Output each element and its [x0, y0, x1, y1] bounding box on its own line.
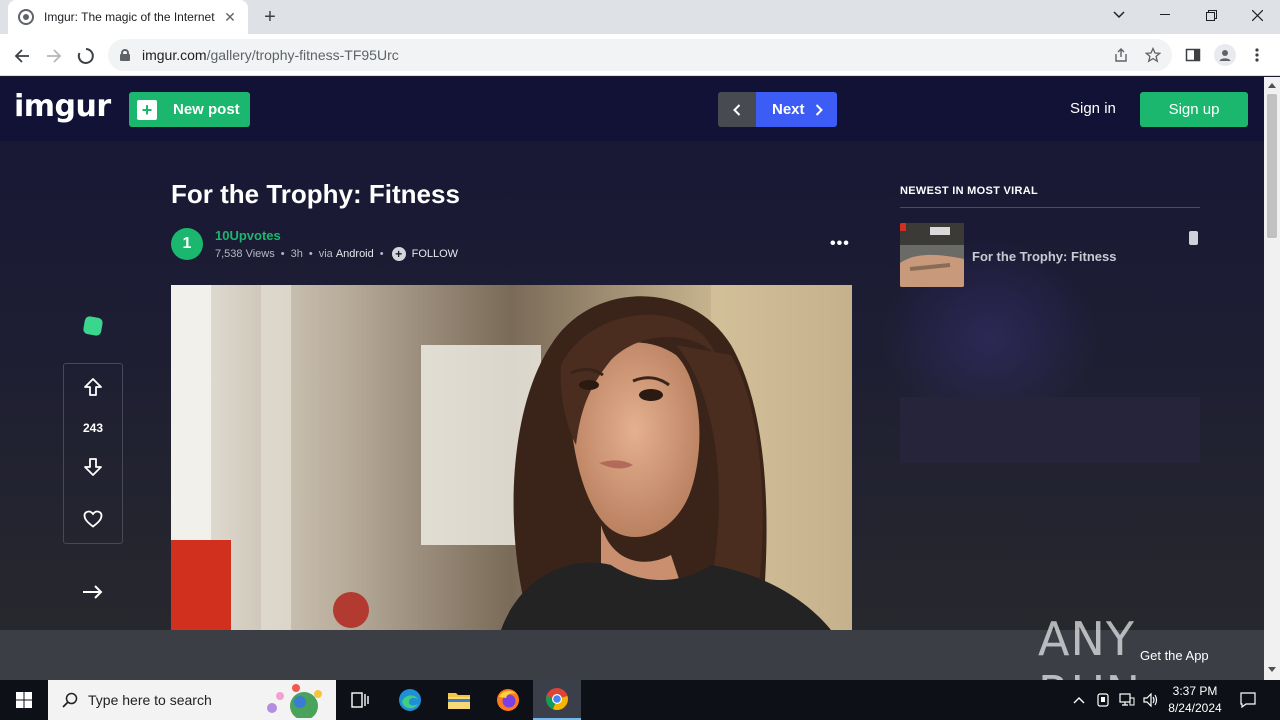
- previous-post-button[interactable]: [718, 92, 756, 127]
- sign-in-link[interactable]: Sign in: [1070, 100, 1116, 117]
- address-bar[interactable]: imgur.com/gallery/trophy-fitness-TF95Urc: [108, 39, 1172, 71]
- loading-spinner-icon[interactable]: [72, 42, 100, 70]
- via-label: via: [318, 248, 333, 260]
- search-icon: [62, 692, 78, 708]
- close-window-button[interactable]: [1234, 0, 1280, 30]
- browser-toolbar: imgur.com/gallery/trophy-fitness-TF95Urc: [0, 34, 1280, 76]
- windows-start-icon[interactable]: [0, 680, 48, 720]
- sidebar-scroll-indicator: [1189, 231, 1198, 245]
- firefox-icon[interactable]: [484, 680, 532, 720]
- follow-button[interactable]: FOLLOW: [412, 248, 458, 260]
- imgur-favicon-icon: [18, 9, 34, 25]
- back-arrow-icon[interactable]: [8, 42, 36, 70]
- get-the-app-link[interactable]: Get the App: [1140, 648, 1209, 663]
- notification-center-icon[interactable]: [1236, 680, 1260, 720]
- sign-up-button[interactable]: Sign up: [1140, 92, 1248, 127]
- search-placeholder: Type here to search: [88, 692, 212, 708]
- search-highlights-icon: [267, 684, 322, 718]
- forward-arrow-icon[interactable]: [40, 42, 68, 70]
- follow-plus-icon[interactable]: +: [391, 247, 406, 261]
- vote-panel: 243: [63, 363, 123, 544]
- upvote-arrow-icon[interactable]: [64, 372, 122, 402]
- post-meta: 7,538 Views • 3h • via Android • + FOLLO…: [215, 247, 459, 261]
- tab-search-chevron-icon[interactable]: [1096, 0, 1142, 30]
- next-label: Next: [772, 101, 805, 118]
- platform-label: Android: [335, 248, 374, 260]
- post-image[interactable]: [171, 285, 852, 630]
- view-count: 7,538 Views: [215, 248, 275, 260]
- browser-tabstrip: Imgur: The magic of the Internet ✕ +: [0, 0, 1280, 34]
- emerald-award-icon[interactable]: [82, 315, 104, 337]
- network-icon[interactable]: [1116, 680, 1138, 720]
- taskbar-search-box[interactable]: Type here to search: [48, 680, 336, 720]
- sidebar-post-thumbnail[interactable]: [900, 223, 964, 287]
- sidebar-post-title[interactable]: For the Trophy: Fitness: [972, 249, 1116, 264]
- share-page-icon[interactable]: [1112, 46, 1130, 64]
- plus-icon: +: [137, 99, 157, 120]
- bookmark-star-icon[interactable]: [1144, 46, 1162, 64]
- downvote-arrow-icon[interactable]: [64, 452, 122, 482]
- scroll-down-arrow-icon[interactable]: [1268, 667, 1276, 672]
- imgur-topbar: imgur + New post Next Sign in Sign up: [0, 77, 1264, 141]
- post-age: 3h: [290, 248, 303, 260]
- author-avatar[interactable]: 1: [171, 228, 203, 260]
- tab-title: Imgur: The magic of the Internet: [44, 10, 215, 24]
- anyrun-watermark: ANY RUN: [1038, 612, 1140, 720]
- tray-device-icon[interactable]: [1092, 680, 1114, 720]
- favorite-heart-icon[interactable]: [64, 504, 122, 534]
- side-panel-icon[interactable]: [1182, 44, 1204, 66]
- sidebar-heading: NEWEST IN MOST VIRAL: [900, 185, 1038, 197]
- minimize-button[interactable]: [1142, 0, 1188, 30]
- share-arrow-icon[interactable]: [78, 577, 108, 607]
- sidebar-post-item[interactable]: For the Trophy: Fitness: [900, 223, 1200, 287]
- windows-taskbar: Type here to search 3:37 PM 8/24/2024: [0, 680, 1280, 720]
- next-post-button[interactable]: Next: [756, 92, 837, 127]
- volume-icon[interactable]: [1140, 680, 1162, 720]
- url-text: imgur.com/gallery/trophy-fitness-TF95Urc: [142, 47, 399, 63]
- page-scrollbar[interactable]: [1264, 77, 1280, 680]
- clock-date: 8/24/2024: [1168, 701, 1222, 715]
- lock-icon[interactable]: [120, 49, 130, 61]
- restore-button[interactable]: [1188, 0, 1234, 30]
- new-tab-button[interactable]: +: [258, 6, 282, 28]
- sidebar-ad-placeholder: [900, 397, 1200, 463]
- profile-avatar-icon[interactable]: [1214, 44, 1236, 66]
- imgur-logo[interactable]: imgur: [14, 89, 111, 124]
- vote-score: 243: [82, 421, 104, 435]
- task-view-icon[interactable]: [336, 680, 384, 720]
- taskbar-clock[interactable]: 3:37 PM 8/24/2024: [1160, 683, 1230, 717]
- sidebar-divider: [900, 207, 1200, 208]
- more-options-icon[interactable]: •••: [830, 235, 850, 253]
- scrollbar-thumb[interactable]: [1267, 94, 1277, 238]
- author-name-link[interactable]: 10Upvotes: [215, 228, 281, 243]
- new-post-label: New post: [173, 101, 240, 118]
- chrome-taskbar-icon[interactable]: [533, 680, 581, 720]
- file-explorer-icon[interactable]: [435, 680, 483, 720]
- browser-tab[interactable]: Imgur: The magic of the Internet ✕: [8, 0, 248, 34]
- new-post-button[interactable]: + New post: [129, 92, 250, 127]
- clock-time: 3:37 PM: [1172, 684, 1218, 698]
- scroll-up-arrow-icon[interactable]: [1268, 83, 1276, 88]
- chevron-left-icon: [733, 103, 741, 116]
- edge-browser-icon[interactable]: [386, 680, 434, 720]
- chrome-menu-icon[interactable]: [1246, 44, 1268, 66]
- chevron-right-icon: [815, 103, 823, 116]
- imgur-page: imgur + New post Next Sign in Sign up Fo…: [0, 77, 1264, 630]
- post-title: For the Trophy: Fitness: [171, 179, 460, 209]
- tray-chevron-up-icon[interactable]: [1068, 680, 1090, 720]
- close-tab-icon[interactable]: ✕: [222, 9, 238, 26]
